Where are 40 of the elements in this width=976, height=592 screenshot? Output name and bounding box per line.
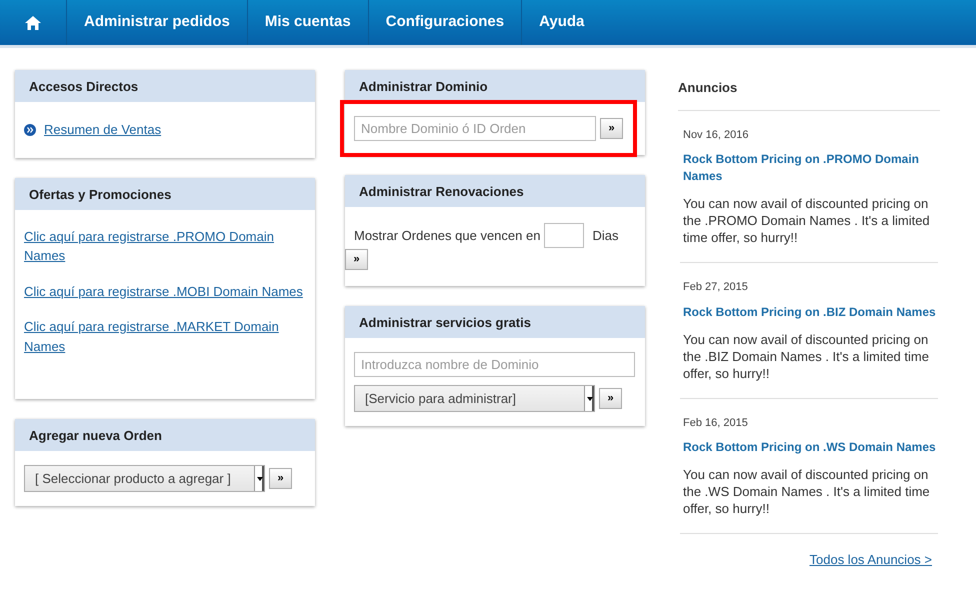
domain-search-field[interactable]: Nombre Dominio ó ID Orden	[354, 116, 596, 141]
go-button[interactable]: »	[600, 118, 623, 139]
announcement-text: You can now avail of discounted pricing on the .BIZ Domain Names . It's a limited time offer, so hurry!!	[683, 330, 930, 382]
promo-link[interactable]: Clic aquí para registrarse .MOBI Domain Names	[24, 282, 303, 301]
shortcut-link[interactable]: Resumen de Ventas	[44, 120, 162, 140]
announcement-text: You can now avail of discounted pricing on the .WS Domain Names . It's a limited time offer, so hurry!!	[683, 466, 931, 517]
panel-title: Ofertas y Promociones	[15, 178, 315, 210]
panel-title: Administrar servicios gratis	[345, 306, 645, 338]
nav-link[interactable]: Configuraciones	[368, 0, 522, 45]
renewal-label: Mostrar Ordenes que vencen en	[354, 226, 540, 245]
go-button[interactable]: »	[345, 249, 368, 270]
go-button[interactable]: »	[269, 468, 292, 489]
section-title: Anuncios	[678, 70, 940, 110]
all-announcements-link[interactable]: Todos los Anuncios >	[810, 552, 932, 567]
announcement-title[interactable]: Rock Bottom Pricing on .BIZ Domain Names	[683, 304, 936, 320]
panel-title: Administrar Renovaciones	[345, 175, 645, 207]
dropdown-select[interactable]: [ Seleccionar producto a agregar ]	[24, 465, 265, 492]
nav-link[interactable]: Ayuda	[521, 0, 602, 45]
go-button[interactable]: »	[599, 388, 622, 409]
announcement-date: Nov 16, 2016	[683, 128, 750, 142]
days-field[interactable]	[544, 223, 584, 248]
domain-name-field[interactable]: Introduzca nombre de Dominio	[354, 352, 635, 377]
promo-link[interactable]: Clic aquí para registrarse .PROMO Domain Names	[24, 226, 306, 266]
nav-link[interactable]: Administrar pedidos	[66, 0, 247, 45]
announcement-title[interactable]: Rock Bottom Pricing on .PROMO Domain Names	[683, 151, 936, 185]
home-icon	[24, 14, 42, 30]
double-chevron-icon	[24, 124, 36, 136]
panel-title: Administrar Dominio	[345, 70, 645, 102]
dropdown-select[interactable]: [Servicio para administrar]	[354, 385, 595, 412]
caret-icon	[257, 477, 263, 481]
caret-icon	[587, 397, 593, 401]
panel-title: Agregar nueva Orden	[15, 419, 315, 451]
promo-link[interactable]: Clic aquí para registrarse .MARKET Domain Names	[24, 317, 306, 356]
announcement-date: Feb 27, 2015	[683, 280, 749, 295]
announcement-title[interactable]: Rock Bottom Pricing on .WS Domain Names	[683, 439, 936, 456]
days-label: Dias	[592, 226, 618, 245]
announcement-text: You can now avail of discounted pricing on the .PROMO Domain Names . It's a limited time offer, so hurry!!	[683, 195, 931, 246]
panel-title: Accesos Directos	[15, 70, 315, 102]
announcement-date: Feb 16, 2015	[683, 416, 749, 430]
nav-link[interactable]: Mis cuentas	[246, 0, 368, 45]
